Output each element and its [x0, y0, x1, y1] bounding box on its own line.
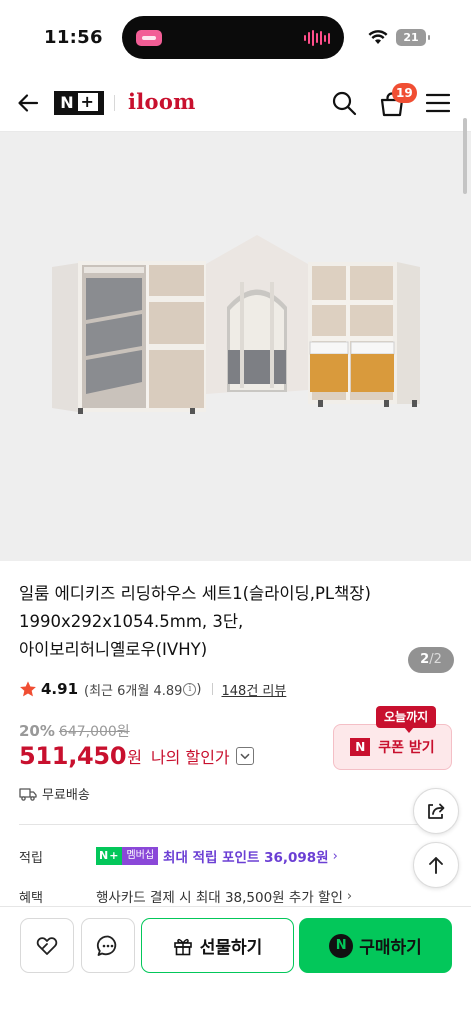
naver-n-icon: N	[350, 738, 371, 756]
price-row: 511,450 원 나의 할인가	[19, 742, 254, 770]
points-label: 적립	[19, 850, 43, 866]
discount-row: 20% 647,000원	[19, 721, 130, 741]
benefit-row[interactable]: 혜택 행사카드 결제 시 최대 38,500원 추가 할인 ›	[19, 886, 353, 907]
gift-icon	[173, 938, 192, 955]
review-count-link[interactable]: 148건 리뷰	[222, 680, 287, 699]
reading-house-panel	[206, 235, 308, 394]
product-title-line: 1990x292x1054.5mm, 3단,	[19, 612, 244, 631]
chat-button[interactable]	[81, 918, 135, 973]
chevron-right-icon: ›	[332, 848, 338, 864]
bottom-action-bar: 선물하기 N 구매하기	[0, 906, 471, 1024]
chevron-right-icon: ›	[346, 888, 353, 904]
truck-icon	[19, 787, 37, 801]
max-points-text: 최대 적립 포인트 36,098원	[163, 850, 329, 866]
rating-row: 4.91 (최근 6개월 4.89 i ) 148건 리뷰	[19, 678, 286, 700]
product-image-gallery[interactable]: 2/2	[0, 132, 471, 673]
wifi-icon	[368, 30, 388, 44]
sale-price: 511,450	[19, 742, 127, 770]
menu-icon[interactable]	[426, 93, 450, 113]
status-time: 11:56	[44, 27, 103, 48]
my-discount-price-label[interactable]: 나의 할인가	[151, 744, 230, 768]
product-title-line: 일룸 에디키즈 리딩하우스 세트1(슬라이딩,PL책장)	[19, 584, 371, 603]
rating-value: 4.91	[41, 680, 79, 698]
arrow-up-icon	[429, 857, 443, 874]
buy-button[interactable]: N 구매하기	[299, 918, 452, 973]
share-button[interactable]	[413, 788, 459, 834]
like-button[interactable]	[20, 918, 74, 973]
chevron-down-icon[interactable]	[235, 747, 254, 765]
search-icon[interactable]	[331, 90, 357, 116]
app-header: N + iloom 19	[0, 74, 471, 132]
benefit-label: 혜택	[19, 890, 43, 906]
dynamic-island	[122, 16, 344, 59]
brand-plus-text: +	[77, 93, 98, 111]
gift-button[interactable]: 선물하기	[141, 918, 294, 973]
recording-app-icon	[136, 30, 162, 46]
recent-rating: (최근 6개월 4.89	[84, 683, 183, 699]
gift-label: 선물하기	[199, 938, 263, 958]
section-divider	[19, 824, 431, 825]
shipping-row: 무료배송	[19, 784, 90, 803]
cart-count-badge: 19	[392, 83, 417, 103]
share-icon	[428, 803, 445, 819]
product-title: 일룸 에디키즈 리딩하우스 세트1(슬라이딩,PL책장) 1990x292x10…	[19, 580, 449, 664]
naver-plus-logo[interactable]: N +	[54, 91, 104, 115]
product-photo	[52, 235, 420, 414]
points-row[interactable]: 적립 N+ 멤버십 최대 적립 포인트 36,098원 ›	[19, 846, 338, 866]
discount-rate: 20%	[19, 722, 55, 740]
scroll-to-top-button[interactable]	[413, 842, 459, 888]
currency-unit: 원	[127, 748, 142, 767]
rating-divider	[211, 683, 213, 695]
chat-icon	[96, 935, 117, 956]
np-badge-text: N+	[96, 847, 123, 865]
product-title-line: 아이보리허니옐로우(IVHY)	[19, 640, 208, 659]
coupon-deadline-tag: 오늘까지	[376, 706, 437, 733]
brand-np-text: N	[60, 93, 75, 112]
back-arrow-icon[interactable]	[16, 91, 40, 115]
brand-divider	[114, 95, 115, 111]
bookcase-right	[308, 262, 420, 407]
naver-plus-membership-badge: N+ 멤버십	[96, 847, 159, 865]
original-price: 647,000원	[58, 724, 130, 740]
page-scrollbar[interactable]	[463, 118, 467, 194]
membership-badge-text: 멤버십	[122, 847, 159, 865]
bookcase-left	[52, 261, 206, 414]
naver-pay-icon: N	[329, 933, 354, 958]
info-icon[interactable]: i	[183, 682, 197, 696]
buy-label: 구매하기	[359, 938, 422, 958]
card-discount-text: 행사카드 결제 시 최대 38,500원 추가 할인	[96, 890, 343, 906]
coupon-label: 쿠폰 받기	[378, 740, 435, 756]
shipping-text: 무료배송	[42, 788, 90, 803]
recent-rating-close: )	[196, 681, 202, 697]
star-icon	[20, 681, 36, 697]
like-icon	[36, 936, 58, 955]
status-bar: 11:56 21	[0, 0, 471, 74]
coupon-download-button[interactable]: N 쿠폰 받기	[333, 724, 452, 770]
brand-store-name[interactable]: iloom	[128, 89, 196, 114]
audio-wave-icon	[304, 29, 330, 47]
battery-icon: 21	[396, 29, 430, 46]
